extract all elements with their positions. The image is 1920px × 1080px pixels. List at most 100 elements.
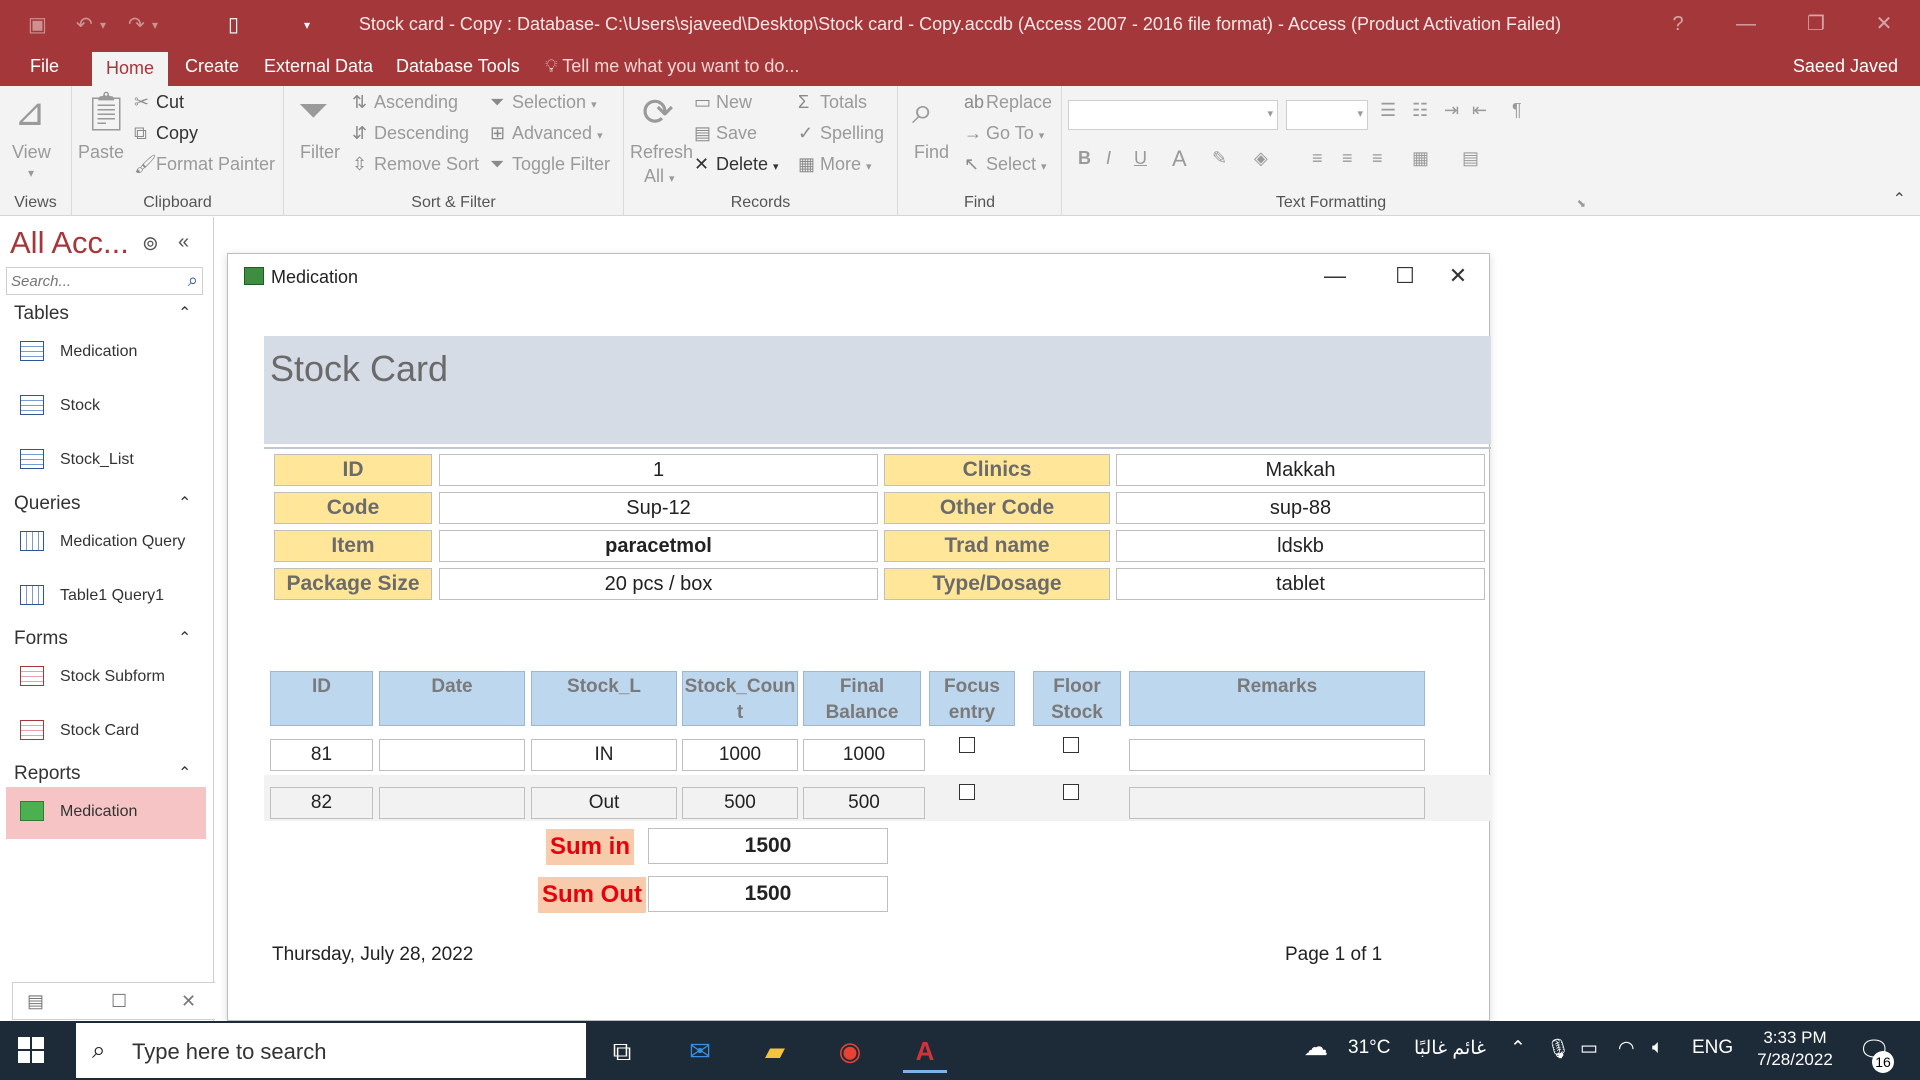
weather-cloud-icon[interactable]: ☁ — [1304, 1033, 1328, 1062]
row-date — [379, 787, 525, 819]
tab-database-tools[interactable]: Database Tools — [382, 48, 534, 86]
align-right-icon[interactable]: ≡ — [1372, 148, 1383, 169]
shutter-bar-icon[interactable]: « — [178, 231, 189, 254]
tab-create[interactable]: Create — [171, 48, 253, 86]
task-view-icon[interactable]: ⧉ — [600, 1029, 644, 1073]
nav-section-reports[interactable]: Reports ⌃ — [14, 763, 191, 785]
paste-button[interactable]: Paste — [78, 142, 124, 163]
select-button[interactable]: ↖ Select ▾ — [964, 154, 1047, 175]
chrome-icon[interactable]: ◉ — [828, 1029, 872, 1073]
nav-menu-icon[interactable]: ⊚ — [142, 231, 159, 256]
volume-icon[interactable]: 🔈︎ — [1652, 1037, 1663, 1059]
show-hidden-icons-chevron-icon[interactable]: ⌃ — [1510, 1037, 1526, 1060]
find-button[interactable]: Find — [914, 142, 949, 163]
report-close-button[interactable]: ✕ — [1436, 262, 1480, 290]
totals-button[interactable]: Σ Totals — [798, 92, 867, 113]
taskbar-search-box[interactable]: ⌕ Type here to search — [76, 1023, 586, 1078]
tab-home[interactable]: Home — [92, 52, 169, 86]
italic-button[interactable]: I — [1106, 148, 1111, 169]
nav-section-queries[interactable]: Queries ⌃ — [14, 493, 191, 515]
filter-button[interactable]: Filter — [300, 142, 340, 163]
windows-start-button[interactable] — [18, 1037, 44, 1063]
minimize-button[interactable]: — — [1726, 8, 1766, 40]
restore-button[interactable]: ❐ — [1796, 8, 1836, 40]
ascending-button[interactable]: ⇅ Ascending — [352, 92, 458, 113]
delete-record-button[interactable]: ✕ Delete ▾ — [694, 154, 779, 175]
refresh-all-label[interactable]: All ▾ — [644, 166, 675, 187]
bullets-icon[interactable]: ☰ — [1380, 100, 1396, 121]
align-center-icon[interactable]: ≡ — [1342, 148, 1353, 169]
nav-item-table-stock-list[interactable]: Stock_List — [6, 435, 206, 487]
gridlines-icon[interactable]: ▦ — [1412, 148, 1429, 169]
minimized-form-window[interactable]: ▤ ☐ ✕ — [12, 982, 224, 1020]
new-record-button[interactable]: ▭ New — [694, 92, 752, 113]
align-left-icon[interactable]: ≡ — [1312, 148, 1323, 169]
bold-button[interactable]: B — [1078, 148, 1091, 169]
descending-button[interactable]: ⇵ Descending — [352, 123, 469, 144]
microphone-icon[interactable]: 🎙︎ — [1546, 1037, 1570, 1061]
report-window-titlebar[interactable]: Medication — ☐ ✕ — [228, 254, 1489, 298]
paragraph-direction-icon[interactable]: ¶ — [1512, 100, 1522, 121]
system-clock[interactable]: 3:33 PM 7/28/2022 — [1745, 1027, 1845, 1071]
outlook-icon[interactable]: ✉ — [678, 1029, 722, 1073]
font-size-combo[interactable]: ▾ — [1286, 100, 1368, 130]
font-color-button[interactable]: A — [1172, 146, 1187, 172]
selection-button[interactable]: ⏷ Selection ▾ — [490, 92, 597, 113]
file-explorer-icon[interactable]: ▰ — [753, 1029, 797, 1073]
wifi-icon[interactable]: ◠ — [1618, 1037, 1635, 1060]
cut-button[interactable]: ✂ Cut — [134, 92, 184, 113]
tab-external-data[interactable]: External Data — [250, 48, 387, 86]
search-icon[interactable]: ⌕ — [188, 270, 198, 291]
user-name[interactable]: Saeed Javed — [1793, 48, 1898, 86]
nav-item-medication-query[interactable]: Medication Query — [6, 517, 206, 569]
dialog-launcher-icon[interactable]: ⬊ — [1577, 197, 1586, 210]
language-indicator[interactable]: ENG — [1692, 1037, 1733, 1059]
refresh-all-button[interactable]: Refresh — [630, 142, 693, 163]
copy-button[interactable]: ⧉ Copy — [134, 123, 198, 144]
battery-icon[interactable]: ▭ — [1580, 1037, 1598, 1060]
tell-me-search[interactable]: 💡︎ Tell me what you want to do... — [545, 48, 799, 86]
outdent-icon[interactable]: ⇤ — [1472, 100, 1487, 121]
nav-item-stock-card[interactable]: Stock Card — [6, 706, 206, 758]
nav-item-label: Stock — [60, 397, 101, 414]
nav-pane-title[interactable]: All Acc... — [10, 225, 129, 261]
alternate-row-color-icon[interactable]: ▤ — [1462, 148, 1479, 169]
save-record-button[interactable]: ▤ Save — [694, 123, 757, 144]
help-button[interactable]: ? — [1658, 8, 1698, 40]
restore-icon[interactable]: ☐ — [111, 991, 127, 1012]
report-maximize-button[interactable]: ☐ — [1383, 262, 1427, 290]
toggle-filter-button[interactable]: ⏷ Toggle Filter — [490, 154, 610, 175]
delete-dropdown-icon: ▾ — [773, 161, 779, 173]
remove-sort-button[interactable]: ⇳ Remove Sort — [352, 154, 479, 175]
close-button[interactable]: ✕ — [1864, 8, 1904, 40]
weather-description[interactable]: غائم غالبًا — [1414, 1037, 1486, 1060]
more-button[interactable]: ▦ More ▾ — [798, 154, 872, 175]
advanced-button[interactable]: ⊞ Advanced ▾ — [490, 123, 603, 144]
fill-color-icon[interactable]: ◈ — [1254, 148, 1268, 169]
indent-icon[interactable]: ⇥ — [1444, 100, 1459, 121]
view-dropdown-icon[interactable]: ▾ — [28, 166, 34, 180]
access-app-icon[interactable]: A — [903, 1029, 947, 1073]
tab-file[interactable]: File — [16, 48, 73, 86]
font-name-combo[interactable]: ▾ — [1068, 100, 1278, 130]
close-icon[interactable]: ✕ — [181, 991, 196, 1012]
nav-section-tables[interactable]: Tables ⌃ — [14, 303, 191, 325]
goto-button[interactable]: → Go To ▾ — [964, 123, 1044, 144]
report-minimize-button[interactable]: — — [1313, 262, 1357, 290]
underline-button[interactable]: U — [1134, 148, 1147, 169]
nav-item-table-medication[interactable]: Medication — [6, 327, 206, 379]
weather-temp[interactable]: 31°C — [1348, 1037, 1390, 1059]
nav-search-input[interactable] — [7, 268, 177, 294]
replace-button[interactable]: ab Replace — [964, 92, 1052, 113]
highlight-icon[interactable]: ✎ — [1212, 148, 1227, 169]
collapse-ribbon-icon[interactable]: ⌃ — [1893, 189, 1906, 209]
nav-item-stock-subform[interactable]: Stock Subform — [6, 652, 206, 704]
format-painter-button[interactable]: 🖌︎Format Painter — [134, 154, 275, 175]
spelling-button[interactable]: ✓ Spelling — [798, 123, 884, 144]
nav-item-table1-query1[interactable]: Table1 Query1 — [6, 571, 206, 623]
nav-item-table-stock[interactable]: Stock — [6, 381, 206, 433]
nav-section-forms[interactable]: Forms ⌃ — [14, 628, 191, 650]
numbering-icon[interactable]: ☷ — [1412, 100, 1428, 121]
nav-item-report-medication[interactable]: Medication — [6, 787, 206, 839]
view-button[interactable]: View — [12, 142, 51, 163]
